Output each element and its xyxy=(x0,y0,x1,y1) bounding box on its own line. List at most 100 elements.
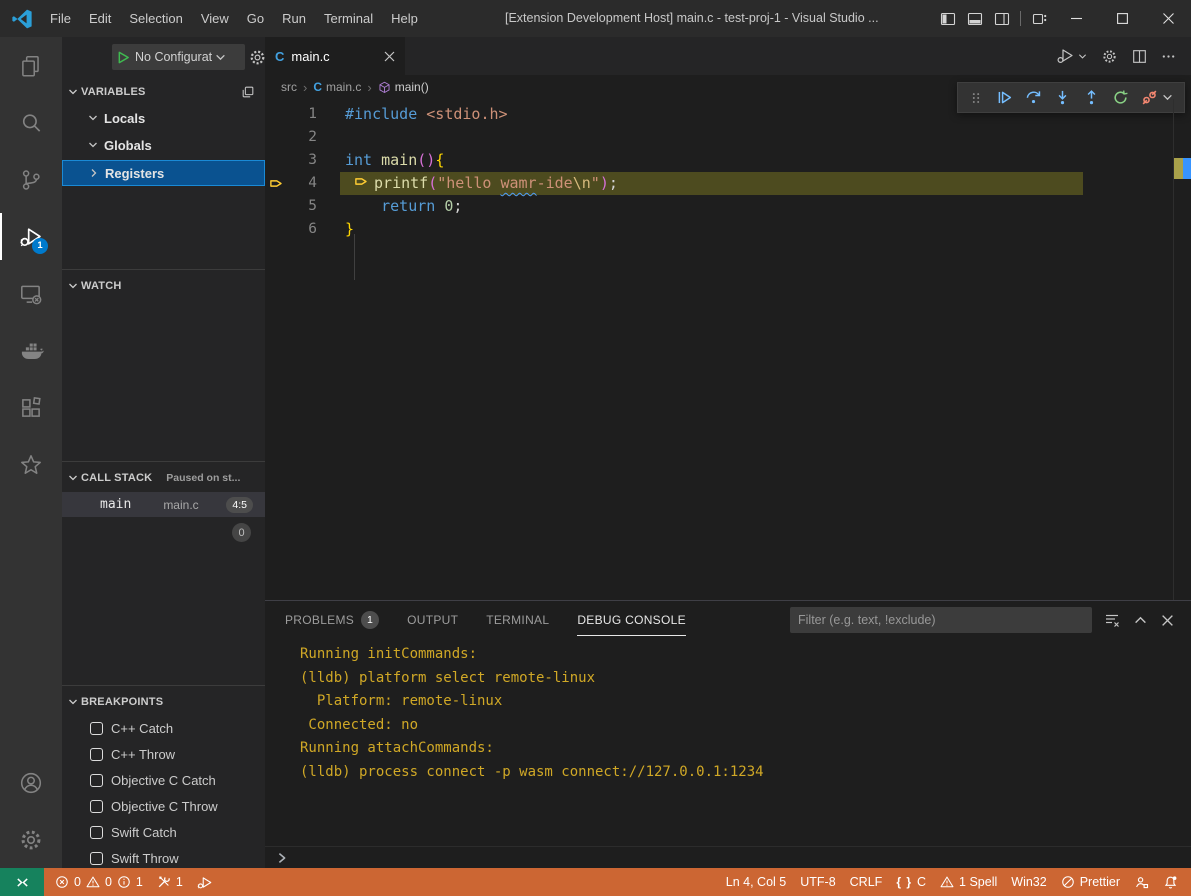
call-stack-section-header[interactable]: CALL STACK Paused on st... xyxy=(62,468,265,488)
explorer-icon[interactable] xyxy=(0,37,62,94)
maximize-panel-icon[interactable] xyxy=(1127,614,1154,627)
formatter-status[interactable]: Prettier xyxy=(1054,868,1127,896)
problems-status[interactable]: 0 0 1 xyxy=(48,868,150,896)
customize-layout-icon[interactable] xyxy=(1026,0,1053,37)
settings-gear-icon[interactable] xyxy=(0,811,62,868)
notifications-bell[interactable] xyxy=(1156,868,1185,896)
toggle-sidebar-icon[interactable] xyxy=(934,0,961,37)
tab-main-c[interactable]: C main.c xyxy=(265,37,405,75)
breakpoints-header-label: BREAKPOINTS xyxy=(81,696,163,708)
code-line[interactable]: 2 xyxy=(265,126,1191,149)
clear-console-icon[interactable] xyxy=(1097,612,1127,628)
continue-icon[interactable] xyxy=(990,84,1019,111)
breadcrumb-file[interactable]: Cmain.c xyxy=(313,80,361,94)
feedback-icon-item[interactable] xyxy=(1127,868,1156,896)
split-editor-icon[interactable] xyxy=(1125,49,1154,64)
scope-locals[interactable]: Locals xyxy=(62,106,265,130)
scope-registers[interactable]: Registers xyxy=(62,160,265,186)
breakpoint-label: Swift Catch xyxy=(111,825,177,840)
restart-icon[interactable] xyxy=(1106,84,1135,111)
breakpoint-checkbox[interactable] xyxy=(90,800,103,813)
close-tab-icon[interactable] xyxy=(384,51,395,62)
menu-item[interactable]: Terminal xyxy=(315,0,382,37)
menu-item[interactable]: Edit xyxy=(80,0,120,37)
menu-item[interactable]: Selection xyxy=(120,0,191,37)
code-line[interactable]: 6} xyxy=(265,218,1191,241)
breakpoint-row[interactable]: C++ Throw xyxy=(62,741,265,767)
menu-item[interactable]: File xyxy=(41,0,80,37)
disconnect-icon[interactable] xyxy=(1135,84,1164,111)
collapse-all-icon[interactable] xyxy=(241,85,255,99)
breakpoint-row[interactable]: Objective C Throw xyxy=(62,793,265,819)
breakpoint-row[interactable]: Swift Catch xyxy=(62,819,265,845)
step-out-icon[interactable] xyxy=(1077,84,1106,111)
breakpoint-row[interactable]: Objective C Catch xyxy=(62,767,265,793)
breakpoint-row[interactable]: Swift Throw xyxy=(62,845,265,868)
spell-checker-status[interactable]: 1 Spell xyxy=(933,868,1004,896)
problems-count-badge: 1 xyxy=(361,611,379,629)
variables-section-header[interactable]: VARIABLES xyxy=(62,82,265,102)
breakpoints-section-header[interactable]: BREAKPOINTS xyxy=(62,692,265,712)
search-icon[interactable] xyxy=(0,94,62,151)
scope-globals[interactable]: Globals xyxy=(62,133,265,157)
watch-section-header[interactable]: WATCH xyxy=(62,276,265,296)
debug-console-input[interactable] xyxy=(265,846,1191,868)
toggle-panel-icon[interactable] xyxy=(961,0,988,37)
remote-explorer-icon[interactable] xyxy=(0,265,62,322)
menu-item[interactable]: Run xyxy=(273,0,315,37)
toggle-secondary-sidebar-icon[interactable] xyxy=(988,0,1015,37)
more-actions-icon[interactable] xyxy=(1154,49,1183,64)
step-into-icon[interactable] xyxy=(1048,84,1077,111)
remote-indicator[interactable] xyxy=(0,868,44,896)
code-line[interactable]: 5 return 0; xyxy=(265,195,1191,218)
debug-toolbar-chevron-icon[interactable] xyxy=(1162,92,1173,103)
breadcrumb-symbol[interactable]: main() xyxy=(378,80,429,94)
breakpoint-checkbox[interactable] xyxy=(90,852,103,865)
debug-settings-gear-icon[interactable] xyxy=(248,48,265,67)
breakpoint-checkbox[interactable] xyxy=(90,774,103,787)
breadcrumb-folder[interactable]: src xyxy=(281,80,297,94)
breakpoint-checkbox[interactable] xyxy=(90,722,103,735)
tab-output[interactable]: OUTPUT xyxy=(407,601,458,639)
breakpoint-row[interactable]: C++ Catch xyxy=(62,715,265,741)
minimize-button[interactable] xyxy=(1053,0,1099,37)
code-line[interactable]: 3int main(){ xyxy=(265,149,1191,172)
accounts-icon[interactable] xyxy=(0,754,62,811)
close-window-button[interactable] xyxy=(1145,0,1191,37)
run-and-debug-icon[interactable]: 1 xyxy=(0,208,62,265)
editor-settings-gear-icon[interactable] xyxy=(1094,48,1125,65)
maximize-button[interactable] xyxy=(1099,0,1145,37)
menu-item[interactable]: Help xyxy=(382,0,427,37)
encoding[interactable]: UTF-8 xyxy=(793,868,842,896)
start-debug-icon[interactable] xyxy=(117,51,130,64)
tab-terminal[interactable]: TERMINAL xyxy=(486,601,549,639)
console-filter-input[interactable] xyxy=(790,607,1092,633)
docker-icon[interactable] xyxy=(0,322,62,379)
debug-status-icon-item[interactable] xyxy=(190,868,220,896)
platform-target[interactable]: Win32 xyxy=(1004,868,1053,896)
toolbar-drag-handle[interactable] xyxy=(961,84,990,111)
menu-item[interactable]: View xyxy=(192,0,238,37)
source-control-icon[interactable] xyxy=(0,151,62,208)
tab-problems[interactable]: PROBLEMS1 xyxy=(285,601,379,639)
tools-status[interactable]: 1 xyxy=(150,868,190,896)
run-or-debug-icon[interactable] xyxy=(1049,47,1094,65)
stack-frame-row[interactable]: main main.c 4:5 xyxy=(62,492,265,517)
star-icon[interactable] xyxy=(0,436,62,493)
breakpoint-checkbox[interactable] xyxy=(90,748,103,761)
extensions-icon[interactable] xyxy=(0,379,62,436)
chevron-down-icon xyxy=(68,697,78,707)
step-over-icon[interactable] xyxy=(1019,84,1048,111)
language-mode[interactable]: { }C xyxy=(889,868,933,896)
eol-sequence[interactable]: CRLF xyxy=(843,868,890,896)
close-panel-icon[interactable] xyxy=(1154,614,1181,627)
code-token: ; xyxy=(609,174,618,192)
cursor-position[interactable]: Ln 4, Col 5 xyxy=(719,868,793,896)
code-area[interactable]: 1#include <stdio.h>23int main(){4 printf… xyxy=(265,99,1191,600)
menu-item[interactable]: Go xyxy=(238,0,273,37)
code-line[interactable]: 4 printf("hello wamr-ide\n"); xyxy=(265,172,1191,195)
editor-tab-bar: C main.c xyxy=(265,37,1191,75)
breakpoint-checkbox[interactable] xyxy=(90,826,103,839)
tab-debug-console[interactable]: DEBUG CONSOLE xyxy=(577,601,686,639)
launch-config-dropdown[interactable]: No Configurat xyxy=(112,44,245,70)
